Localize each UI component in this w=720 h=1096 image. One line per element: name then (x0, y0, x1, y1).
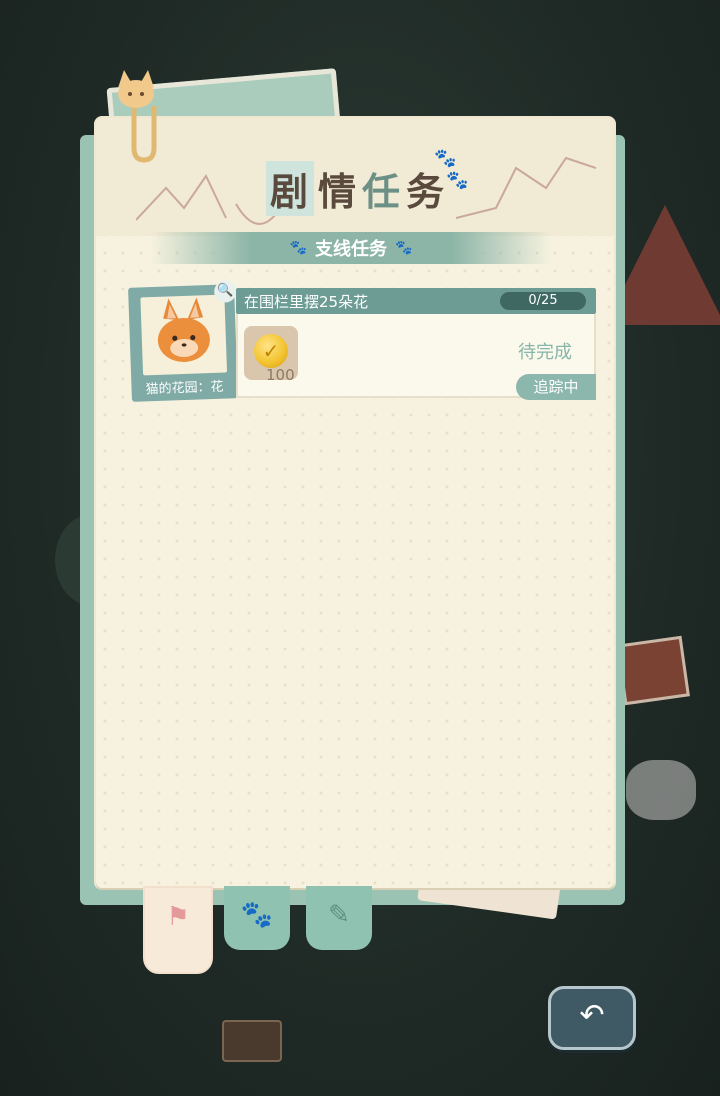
tab-story[interactable]: ⚑ (143, 886, 213, 974)
tab-collection[interactable]: 🐾 (224, 886, 290, 950)
paw-icon: 🐾 (434, 148, 457, 169)
notebook-icon: ✎ (328, 900, 350, 930)
quest-giver-portrait (140, 294, 228, 376)
back-button[interactable]: ↶ (548, 986, 636, 1050)
return-arrow-icon: ↶ (579, 998, 605, 1033)
quest-giver-photo[interactable]: 🔍 猫的花园：花 (128, 280, 238, 402)
paw-icon: 🐾 (289, 240, 307, 256)
subtitle-bar: 🐾 支线任务 🐾 (151, 232, 551, 264)
tab-notes[interactable]: ✎ (306, 886, 372, 950)
reward-slot[interactable]: ✓ 100 (244, 326, 298, 384)
quest-title: 在围栏里摆25朵花 (244, 293, 369, 311)
quest-panel: 剧 情 任 务 🐾 🐾 🐾 支线任务 🐾 🔍 猫的花园：花 在围栏里摆25朵花 … (96, 118, 614, 888)
tracking-badge[interactable]: 追踪中 (516, 374, 596, 400)
quest-status: 待完成 (518, 342, 572, 363)
title-char: 剧 (266, 160, 315, 216)
quest-progress: 0/25 (500, 292, 586, 310)
paw-icon: 🐾 (446, 170, 469, 191)
paw-card-icon: 🐾 (240, 900, 274, 930)
reward-quantity: 100 (266, 366, 295, 384)
background-crate (616, 635, 690, 706)
story-flag-icon: ⚑ (166, 902, 190, 932)
title-decoration-left (136, 174, 276, 225)
quest-body[interactable]: ✓ 100 待完成 追踪中 (236, 314, 596, 400)
quest-giver-label: 猫的花园：花 (145, 379, 224, 398)
subtitle-label: 支线任务 (315, 239, 387, 260)
paw-icon: 🐾 (395, 240, 413, 256)
quest-header: 在围栏里摆25朵花 0/25 (236, 288, 596, 314)
title-char: 任 (362, 168, 403, 214)
fox-character-icon (157, 297, 210, 362)
page-title: 剧 情 任 务 (266, 158, 446, 218)
title-decoration-right (456, 156, 596, 219)
title-char: 情 (318, 168, 359, 214)
background-bush (626, 760, 696, 820)
cat-paperclip-icon (118, 70, 157, 163)
search-icon[interactable]: 🔍 (213, 280, 237, 303)
background-treasure-chest (222, 1020, 282, 1062)
gold-coin-icon: ✓ (254, 334, 288, 368)
